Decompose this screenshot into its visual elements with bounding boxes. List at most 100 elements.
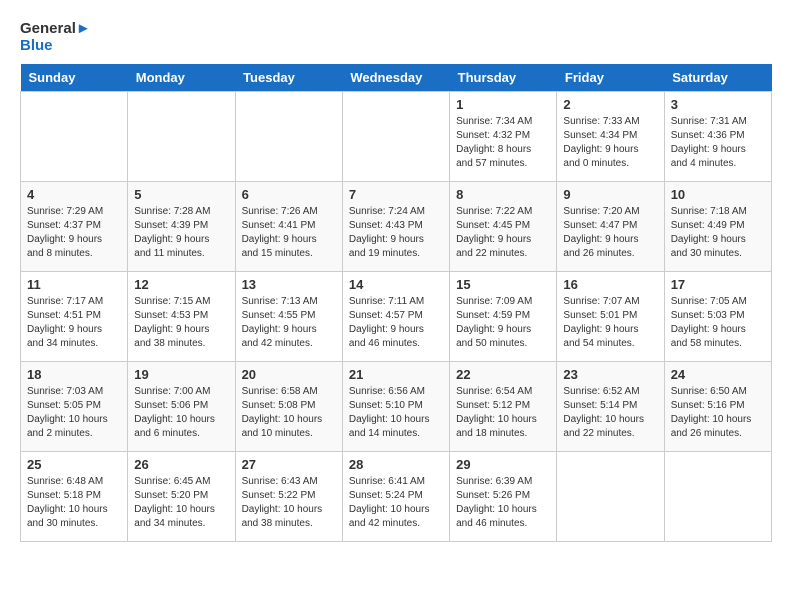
- calendar-table: SundayMondayTuesdayWednesdayThursdayFrid…: [20, 64, 772, 542]
- day-number: 3: [671, 97, 765, 112]
- day-number: 20: [242, 367, 336, 382]
- calendar-cell: 2Sunrise: 7:33 AM Sunset: 4:34 PM Daylig…: [557, 92, 664, 182]
- calendar-cell: 10 Sunrise: 7:18 AM Sunset: 4:49 PM Dayli…: [664, 182, 771, 272]
- day-number: 15: [456, 277, 550, 292]
- day-info: Sunrise: 7:28 AM Sunset: 4:39 PM Dayligh…: [134, 205, 228, 261]
- calendar-cell: 4 Sunrise: 7:29 AM Sunset: 4:37 PM Daylig…: [21, 182, 128, 272]
- day-number: 9: [563, 187, 657, 202]
- day-number: 27: [242, 457, 336, 472]
- column-header-thursday: Thursday: [450, 64, 557, 92]
- calendar-cell: 19 Sunrise: 7:00 AM Sunset: 5:06 PM Dayli…: [128, 362, 235, 452]
- day-info: Sunrise: 7:17 AM Sunset: 4:51 PM Dayligh…: [27, 295, 121, 351]
- calendar-cell: 12 Sunrise: 7:15 AM Sunset: 4:53 PM Dayli…: [128, 272, 235, 362]
- calendar-cell: [342, 92, 449, 182]
- day-info: Sunrise: 7:03 AM Sunset: 5:05 PM Dayligh…: [27, 385, 121, 441]
- column-header-friday: Friday: [557, 64, 664, 92]
- calendar-cell: 14 Sunrise: 7:11 AM Sunset: 4:57 PM Dayli…: [342, 272, 449, 362]
- day-number: 14: [349, 277, 443, 292]
- calendar-cell: 24 Sunrise: 6:50 AM Sunset: 5:16 PM Dayli…: [664, 362, 771, 452]
- calendar-cell: 9 Sunrise: 7:20 AM Sunset: 4:47 PM Daylig…: [557, 182, 664, 272]
- column-header-tuesday: Tuesday: [235, 64, 342, 92]
- calendar-cell: [557, 452, 664, 542]
- calendar-cell: 16 Sunrise: 7:07 AM Sunset: 5:01 PM Dayli…: [557, 272, 664, 362]
- calendar-cell: [128, 92, 235, 182]
- day-number: 28: [349, 457, 443, 472]
- calendar-cell: 26 Sunrise: 6:45 AM Sunset: 5:20 PM Dayli…: [128, 452, 235, 542]
- calendar-cell: 15 Sunrise: 7:09 AM Sunset: 4:59 PM Dayli…: [450, 272, 557, 362]
- calendar-header-row: SundayMondayTuesdayWednesdayThursdayFrid…: [21, 64, 772, 92]
- day-number: 1: [456, 97, 550, 112]
- day-number: 7: [349, 187, 443, 202]
- day-number: 4: [27, 187, 121, 202]
- calendar-cell: 1Sunrise: 7:34 AM Sunset: 4:32 PM Daylig…: [450, 92, 557, 182]
- page-header: General►Blue: [20, 20, 772, 54]
- day-info: Sunrise: 7:07 AM Sunset: 5:01 PM Dayligh…: [563, 295, 657, 351]
- calendar-week-row: 11 Sunrise: 7:17 AM Sunset: 4:51 PM Dayli…: [21, 272, 772, 362]
- day-info: Sunrise: 7:11 AM Sunset: 4:57 PM Dayligh…: [349, 295, 443, 351]
- day-number: 8: [456, 187, 550, 202]
- day-number: 17: [671, 277, 765, 292]
- calendar-week-row: 1Sunrise: 7:34 AM Sunset: 4:32 PM Daylig…: [21, 92, 772, 182]
- day-number: 22: [456, 367, 550, 382]
- column-header-sunday: Sunday: [21, 64, 128, 92]
- day-info: Sunrise: 7:18 AM Sunset: 4:49 PM Dayligh…: [671, 205, 765, 261]
- day-info: Sunrise: 7:13 AM Sunset: 4:55 PM Dayligh…: [242, 295, 336, 351]
- logo: General►Blue: [20, 20, 91, 54]
- day-number: 26: [134, 457, 228, 472]
- calendar-cell: 29Sunrise: 6:39 AM Sunset: 5:26 PM Dayli…: [450, 452, 557, 542]
- calendar-cell: 18 Sunrise: 7:03 AM Sunset: 5:05 PM Dayli…: [21, 362, 128, 452]
- calendar-cell: 17 Sunrise: 7:05 AM Sunset: 5:03 PM Dayli…: [664, 272, 771, 362]
- day-info: Sunrise: 7:09 AM Sunset: 4:59 PM Dayligh…: [456, 295, 550, 351]
- calendar-cell: 28 Sunrise: 6:41 AM Sunset: 5:24 PM Dayli…: [342, 452, 449, 542]
- column-header-wednesday: Wednesday: [342, 64, 449, 92]
- calendar-cell: 13 Sunrise: 7:13 AM Sunset: 4:55 PM Dayli…: [235, 272, 342, 362]
- day-number: 11: [27, 277, 121, 292]
- day-info: Sunrise: 6:56 AM Sunset: 5:10 PM Dayligh…: [349, 385, 443, 441]
- calendar-cell: 25 Sunrise: 6:48 AM Sunset: 5:18 PM Dayli…: [21, 452, 128, 542]
- calendar-cell: 6Sunrise: 7:26 AM Sunset: 4:41 PM Daylig…: [235, 182, 342, 272]
- calendar-cell: [664, 452, 771, 542]
- day-number: 10: [671, 187, 765, 202]
- calendar-cell: 5 Sunrise: 7:28 AM Sunset: 4:39 PM Daylig…: [128, 182, 235, 272]
- calendar-week-row: 4 Sunrise: 7:29 AM Sunset: 4:37 PM Daylig…: [21, 182, 772, 272]
- calendar-week-row: 25 Sunrise: 6:48 AM Sunset: 5:18 PM Dayli…: [21, 452, 772, 542]
- calendar-week-row: 18 Sunrise: 7:03 AM Sunset: 5:05 PM Dayli…: [21, 362, 772, 452]
- day-number: 25: [27, 457, 121, 472]
- day-info: Sunrise: 6:45 AM Sunset: 5:20 PM Dayligh…: [134, 475, 228, 531]
- day-info: Sunrise: 7:22 AM Sunset: 4:45 PM Dayligh…: [456, 205, 550, 261]
- day-info: Sunrise: 7:29 AM Sunset: 4:37 PM Dayligh…: [27, 205, 121, 261]
- day-info: Sunrise: 7:31 AM Sunset: 4:36 PM Dayligh…: [671, 115, 765, 171]
- calendar-cell: 27 Sunrise: 6:43 AM Sunset: 5:22 PM Dayli…: [235, 452, 342, 542]
- calendar-cell: 23 Sunrise: 6:52 AM Sunset: 5:14 PM Dayli…: [557, 362, 664, 452]
- day-number: 12: [134, 277, 228, 292]
- calendar-cell: [21, 92, 128, 182]
- calendar-cell: 20Sunrise: 6:58 AM Sunset: 5:08 PM Dayli…: [235, 362, 342, 452]
- calendar-cell: 11 Sunrise: 7:17 AM Sunset: 4:51 PM Dayli…: [21, 272, 128, 362]
- day-number: 13: [242, 277, 336, 292]
- day-info: Sunrise: 7:05 AM Sunset: 5:03 PM Dayligh…: [671, 295, 765, 351]
- calendar-cell: 22 Sunrise: 6:54 AM Sunset: 5:12 PM Dayli…: [450, 362, 557, 452]
- day-info: Sunrise: 6:50 AM Sunset: 5:16 PM Dayligh…: [671, 385, 765, 441]
- day-info: Sunrise: 7:24 AM Sunset: 4:43 PM Dayligh…: [349, 205, 443, 261]
- day-number: 23: [563, 367, 657, 382]
- day-number: 16: [563, 277, 657, 292]
- day-number: 18: [27, 367, 121, 382]
- calendar-cell: 8 Sunrise: 7:22 AM Sunset: 4:45 PM Daylig…: [450, 182, 557, 272]
- calendar-cell: 3 Sunrise: 7:31 AM Sunset: 4:36 PM Daylig…: [664, 92, 771, 182]
- day-number: 19: [134, 367, 228, 382]
- day-info: Sunrise: 7:33 AM Sunset: 4:34 PM Dayligh…: [563, 115, 657, 171]
- day-info: Sunrise: 6:52 AM Sunset: 5:14 PM Dayligh…: [563, 385, 657, 441]
- day-info: Sunrise: 7:00 AM Sunset: 5:06 PM Dayligh…: [134, 385, 228, 441]
- day-info: Sunrise: 6:54 AM Sunset: 5:12 PM Dayligh…: [456, 385, 550, 441]
- day-info: Sunrise: 6:43 AM Sunset: 5:22 PM Dayligh…: [242, 475, 336, 531]
- day-info: Sunrise: 7:15 AM Sunset: 4:53 PM Dayligh…: [134, 295, 228, 351]
- day-number: 5: [134, 187, 228, 202]
- day-info: Sunrise: 6:48 AM Sunset: 5:18 PM Dayligh…: [27, 475, 121, 531]
- calendar-cell: 21Sunrise: 6:56 AM Sunset: 5:10 PM Dayli…: [342, 362, 449, 452]
- day-number: 6: [242, 187, 336, 202]
- day-number: 24: [671, 367, 765, 382]
- column-header-saturday: Saturday: [664, 64, 771, 92]
- day-info: Sunrise: 6:41 AM Sunset: 5:24 PM Dayligh…: [349, 475, 443, 531]
- day-info: Sunrise: 7:20 AM Sunset: 4:47 PM Dayligh…: [563, 205, 657, 261]
- day-info: Sunrise: 6:39 AM Sunset: 5:26 PM Dayligh…: [456, 475, 550, 531]
